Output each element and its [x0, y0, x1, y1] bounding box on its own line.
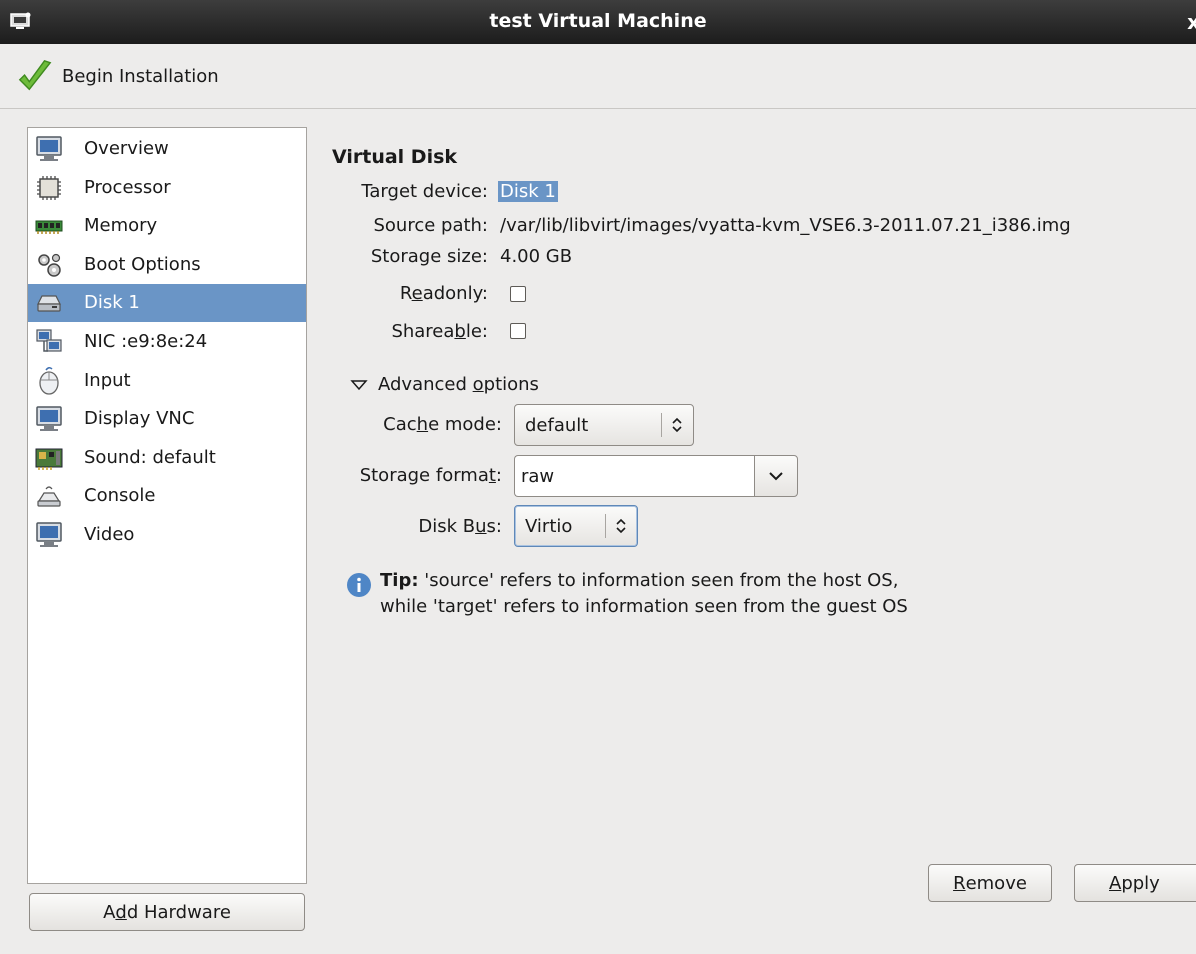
readonly-label: Readonly: [399, 283, 488, 304]
vm-details-window: test Virtual Machine x Begin Installatio… [0, 0, 1196, 954]
shareable-label: Shareable: [391, 321, 488, 342]
console-icon [37, 486, 61, 507]
tip-line-2: while 'target' refers to information see… [380, 596, 908, 617]
begin-installation-label: Begin Installation [62, 65, 219, 87]
monitor-icon [36, 522, 62, 547]
disk-bus-value: Virtio [525, 516, 573, 537]
title-bar: test Virtual Machine x [0, 0, 1196, 44]
checkmark-icon [18, 59, 52, 91]
disk-icon [37, 295, 61, 312]
hardware-item-label: NIC :e9:8e:24 [84, 331, 208, 352]
toolbar: Begin Installation [0, 44, 1196, 109]
cpu-icon [37, 175, 61, 200]
shareable-checkbox[interactable] [510, 323, 526, 339]
storage-format-value: raw [521, 466, 555, 487]
disk-bus-select[interactable]: Virtio [514, 505, 638, 547]
begin-installation-button[interactable]: Begin Installation [10, 54, 225, 98]
info-icon [347, 573, 371, 597]
source-path-value[interactable]: /var/lib/libvirt/images/vyatta-kvm_VSE6.… [500, 215, 1071, 236]
chevron-down-icon [769, 472, 783, 481]
tip-line-1: Tip: 'source' refers to information seen… [380, 570, 899, 591]
readonly-checkbox[interactable] [510, 286, 526, 302]
hardware-item-overview[interactable]: Overview [28, 130, 306, 168]
hardware-item-nic-e9-8e-24[interactable]: NIC :e9:8e:24 [28, 323, 306, 361]
hardware-item-label: Video [84, 524, 135, 545]
hardware-list[interactable]: Overview Processor Memory Boot Options Disk … [27, 127, 307, 884]
add-hardware-button[interactable]: Add Hardware [29, 893, 305, 931]
monitor-icon [36, 406, 62, 432]
hardware-item-console[interactable]: Console [28, 477, 306, 515]
advanced-options-label: Advanced options [378, 374, 539, 395]
storage-format-dropdown-button[interactable] [754, 455, 798, 497]
hardware-item-sound-default[interactable]: Sound: default [28, 439, 306, 477]
hardware-item-label: Processor [84, 176, 171, 198]
hardware-item-label: Input [84, 369, 131, 391]
add-hardware-label-pre: A [103, 901, 116, 923]
add-hardware-mnemonic: d [115, 901, 127, 923]
mouse-icon [39, 366, 59, 395]
cache-mode-label: Cache mode: [383, 414, 502, 435]
updown-arrow-icon [616, 518, 626, 534]
hardware-item-label: Disk 1 [84, 292, 140, 314]
hardware-item-label: Display VNC [84, 408, 195, 430]
memory-icon [35, 220, 63, 235]
storage-size-value: 4.00 GB [500, 246, 573, 267]
target-device-label: Target device: [361, 181, 488, 202]
remove-button[interactable]: Remove [928, 864, 1052, 902]
expander-triangle-icon [350, 379, 368, 390]
storage-size-label: Storage size: [370, 246, 488, 267]
add-hardware-label-post: d Hardware [126, 901, 231, 923]
disk-bus-label: Disk Bus: [418, 516, 502, 537]
window-title: test Virtual Machine [489, 10, 707, 32]
hardware-item-display-vnc[interactable]: Display VNC [28, 400, 306, 438]
close-icon[interactable]: x [1187, 10, 1196, 34]
hardware-item-video[interactable]: Video [28, 516, 306, 554]
hardware-item-boot-options[interactable]: Boot Options [28, 246, 306, 284]
sound-card-icon [35, 448, 63, 470]
hardware-item-disk-1[interactable]: Disk 1 [28, 284, 306, 323]
network-icon [36, 329, 62, 352]
cache-mode-value: default [525, 415, 589, 436]
storage-format-entry[interactable]: raw [514, 455, 754, 497]
storage-format-combo[interactable]: raw [514, 455, 798, 497]
hardware-item-label: Boot Options [84, 253, 201, 275]
advanced-options-expander[interactable]: Advanced options [350, 374, 539, 395]
updown-arrow-icon [672, 417, 682, 433]
hardware-item-label: Overview [84, 138, 169, 159]
cache-mode-select[interactable]: default [514, 404, 694, 446]
apply-button[interactable]: Apply [1074, 864, 1196, 902]
hardware-item-memory[interactable]: Memory [28, 207, 306, 245]
hardware-item-label: Sound: default [84, 446, 216, 468]
storage-format-label: Storage format: [359, 465, 502, 486]
gears-icon [38, 253, 61, 277]
source-path-label: Source path: [373, 215, 488, 236]
target-device-value[interactable]: Disk 1 [498, 181, 558, 202]
monitor-icon [36, 136, 62, 161]
hardware-item-processor[interactable]: Processor [28, 169, 306, 207]
hardware-item-label: Memory [84, 215, 158, 237]
virtual-disk-heading: Virtual Disk [332, 146, 458, 168]
hardware-item-input[interactable]: Input [28, 362, 306, 400]
hardware-item-label: Console [84, 485, 156, 507]
